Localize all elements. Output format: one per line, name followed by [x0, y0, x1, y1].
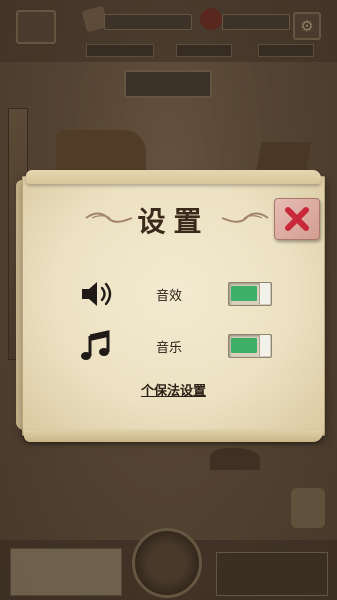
sound-toggle-fill — [231, 286, 257, 301]
music-toggle[interactable] — [228, 334, 272, 358]
settings-dialog: 设置 音效 音乐 个保法设置 — [16, 170, 325, 442]
music-label: 音乐 — [156, 341, 183, 356]
personal-info-settings-link[interactable]: 个保法设置 — [141, 384, 206, 399]
music-note-icon — [81, 330, 110, 360]
music-toggle-fill — [231, 338, 257, 353]
sound-toggle-knob[interactable] — [259, 283, 270, 304]
speaker-icon — [82, 282, 112, 306]
paper-curl-bottom — [24, 430, 323, 442]
close-button[interactable] — [274, 198, 320, 240]
music-row: 音乐 — [22, 330, 325, 362]
title-flourish-right-icon — [221, 212, 269, 223]
personal-info-settings-row: 个保法设置 — [22, 380, 325, 399]
sound-effects-label: 音效 — [156, 289, 183, 304]
close-x-icon — [285, 207, 309, 231]
music-toggle-knob[interactable] — [259, 335, 270, 356]
sound-effects-row: 音效 — [22, 278, 325, 310]
sound-effects-toggle[interactable] — [228, 282, 272, 306]
paper-curl-top — [26, 170, 321, 184]
